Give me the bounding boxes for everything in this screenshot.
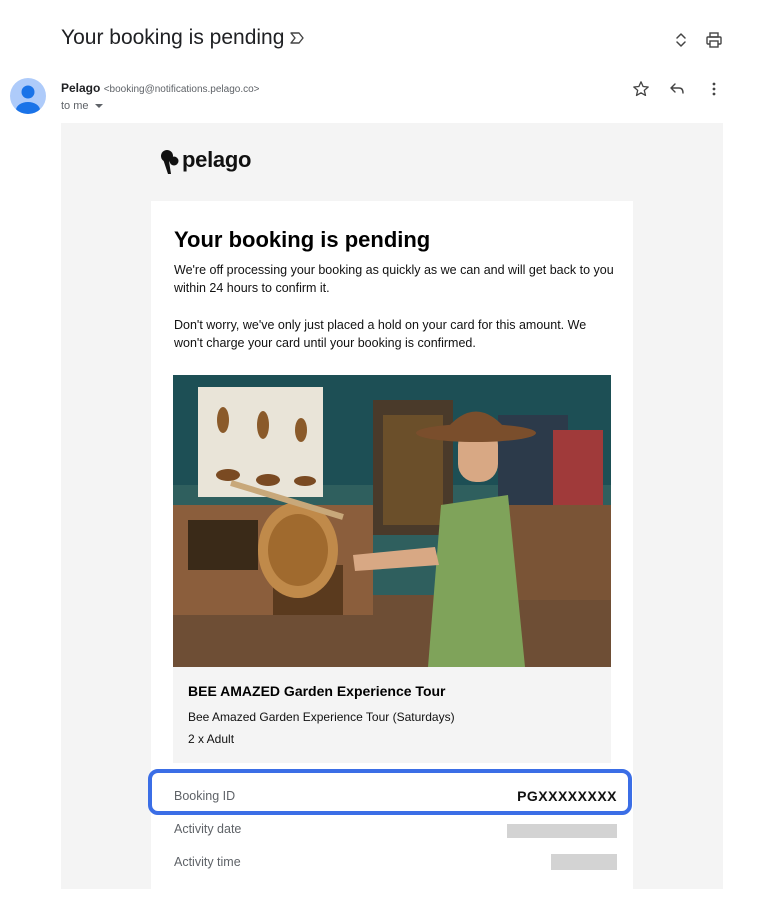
more-vertical-icon[interactable]	[705, 80, 723, 98]
brand-name: pelago	[182, 147, 252, 172]
activity-photo[interactable]	[173, 375, 611, 667]
sender-name: Pelago	[61, 81, 101, 95]
message-heading: Your booking is pending	[174, 227, 431, 252]
print-icon[interactable]	[704, 30, 724, 50]
email-subject-row: Your booking is pending	[61, 26, 731, 56]
label-important-icon[interactable]	[289, 30, 305, 46]
product-title: BEE AMAZED Garden Experience Tour	[188, 683, 446, 699]
sender-line: Pelago <booking@notifications.pelago.co>	[61, 81, 260, 95]
chevron-down-icon[interactable]	[94, 102, 104, 110]
expand-collapse-icon[interactable]	[671, 30, 691, 50]
product-option: Bee Amazed Garden Experience Tour (Satur…	[188, 710, 455, 724]
message-paragraph-2: Don't worry, we've only just placed a ho…	[174, 318, 587, 350]
activity-time-label: Activity time	[174, 855, 241, 869]
activity-date-label: Activity date	[174, 822, 242, 836]
pelago-logo-icon	[161, 150, 179, 174]
email-subject: Your booking is pending	[61, 26, 285, 49]
activity-date-redacted	[507, 824, 617, 838]
message-paragraph-1: We're off processing your booking as qui…	[174, 263, 614, 295]
sender-email: <booking@notifications.pelago.co>	[103, 84, 260, 95]
booking-id-highlight	[148, 769, 632, 815]
activity-time-redacted	[551, 854, 617, 870]
product-summary[interactable]: BEE AMAZED Garden Experience Tour Bee Am…	[173, 667, 611, 763]
recipient-line[interactable]: to me	[61, 100, 104, 112]
sender-avatar	[10, 78, 46, 114]
product-quantity: 2 x Adult	[188, 732, 235, 746]
recipient-text: to me	[61, 100, 89, 112]
person-icon	[16, 85, 40, 114]
star-icon[interactable]	[632, 80, 650, 98]
reply-icon[interactable]	[668, 80, 686, 98]
photo-illustration	[173, 375, 611, 667]
